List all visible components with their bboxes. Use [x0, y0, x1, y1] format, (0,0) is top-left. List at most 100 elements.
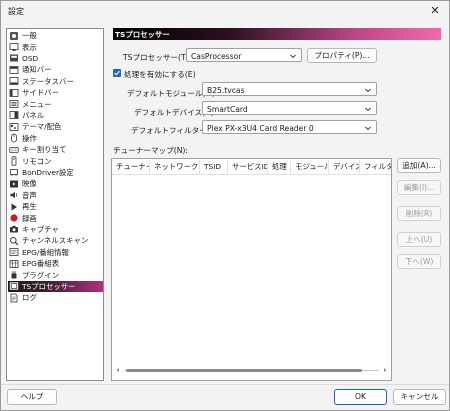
ts-processor-combo[interactable]: CasProcessor: [186, 48, 302, 62]
properties-button[interactable]: プロパティ(P)...: [307, 48, 377, 63]
sidebar-item[interactable]: リモコン: [8, 155, 103, 166]
sidebar-item[interactable]: パネル: [8, 110, 103, 121]
sidebar-item[interactable]: 一般: [8, 30, 103, 41]
mouse-icon: [9, 133, 19, 143]
sidebar-item-label: TSプロセッサー: [22, 281, 76, 291]
panel-icon: [9, 110, 19, 120]
column-header[interactable]: チューナー: [112, 159, 150, 175]
close-icon[interactable]: ✕: [421, 1, 449, 21]
sidebar-item[interactable]: キャプチャ: [8, 224, 103, 235]
sidebar-item-label: 一般: [22, 31, 37, 41]
ts-processor-label: TSプロセッサー(T):: [123, 53, 192, 62]
column-header[interactable]: フィルター: [360, 159, 391, 175]
checkmark-icon: [114, 70, 120, 76]
ts-processor-value: CasProcessor: [191, 51, 242, 61]
sidebar-item[interactable]: 操作: [8, 133, 103, 144]
sidebar-item[interactable]: プラグイン: [8, 269, 103, 280]
sidebar-item-label: ログ: [22, 293, 37, 303]
sidebar-item-label: 音声: [22, 190, 37, 200]
sidebar-item[interactable]: ログ: [8, 292, 103, 303]
general-icon: [9, 31, 19, 41]
column-header[interactable]: サービスID: [228, 159, 268, 175]
sidebar-item[interactable]: 表示: [8, 41, 103, 52]
tuner-map-label: チューナーマップ(N):: [113, 146, 188, 155]
notification-bar-icon: [9, 65, 19, 75]
epg-icon: [9, 247, 19, 257]
camera-icon: [9, 224, 19, 234]
sidebar-item[interactable]: 録画: [8, 212, 103, 223]
sidebar-item[interactable]: 映像: [8, 178, 103, 189]
default-module-combo[interactable]: B25.tvcas: [202, 82, 377, 96]
sidebar-item[interactable]: 音声: [8, 190, 103, 201]
page-header: TSプロセッサー: [113, 28, 441, 40]
log-icon: [9, 293, 19, 303]
sidebar-item-label: テーマ/配色: [22, 122, 62, 132]
cancel-button[interactable]: キャンセル: [393, 389, 446, 405]
default-device-value: SmartCard: [207, 104, 248, 114]
edit-button[interactable]: 編集(I)...: [397, 180, 441, 195]
remote-icon: [9, 156, 19, 166]
default-module-value: B25.tvcas: [207, 85, 245, 95]
sidebar-item-label: EPG番組表: [22, 259, 60, 269]
display-icon: [9, 42, 19, 52]
enable-processing-checkbox[interactable]: [113, 69, 121, 77]
horizontal-scrollbar[interactable]: [112, 365, 391, 375]
sidebar-item-label: リモコン: [22, 156, 52, 166]
scroll-left-icon[interactable]: [114, 366, 122, 374]
column-header[interactable]: モジュール: [291, 159, 329, 175]
sidebar-item-label: EPG/番組情報: [22, 247, 69, 257]
ok-button[interactable]: OK: [334, 389, 387, 405]
settings-window: 設定 ✕ 一般 表示 OSD 通知バー ステータスバー サイドバー メニュー パネルテーマ/配…: [0, 0, 450, 411]
sidebar-item[interactable]: チャンネルスキャン: [8, 235, 103, 246]
theme-icon: [9, 122, 19, 132]
sidebar-icon: [9, 88, 19, 98]
record-icon: [9, 213, 19, 223]
chevron-down-icon: [365, 126, 371, 131]
help-button[interactable]: ヘルプ: [7, 389, 57, 405]
default-device-combo[interactable]: SmartCard: [202, 101, 377, 115]
title-bar: 設定 ✕: [1, 1, 449, 21]
column-header[interactable]: 処理: [268, 159, 291, 175]
column-header[interactable]: ネットワークID: [150, 159, 200, 175]
sidebar-item[interactable]: TSプロセッサー: [8, 280, 103, 293]
sidebar-item-label: サイドバー: [22, 88, 59, 98]
footer-divider: [1, 384, 449, 385]
sidebar-item[interactable]: メニュー: [8, 98, 103, 109]
sidebar-item-label: パネル: [22, 110, 45, 120]
sidebar-item-label: 操作: [22, 133, 37, 143]
sidebar-item-label: BonDriver設定: [22, 167, 74, 177]
bondriver-icon: [9, 167, 19, 177]
add-button[interactable]: 追加(A)...: [397, 158, 441, 173]
sidebar-item[interactable]: ステータスバー: [8, 76, 103, 87]
move-down-button[interactable]: 下へ(W): [397, 254, 441, 269]
sidebar-item[interactable]: 再生: [8, 201, 103, 212]
sidebar-item[interactable]: EPG/番組情報: [8, 247, 103, 258]
column-header[interactable]: デバイス: [329, 159, 360, 175]
chevron-down-icon: [290, 54, 296, 59]
tuner-map-list[interactable]: チューナー ネットワークID TSID サービスID 処理 モジュール デバイス…: [111, 158, 392, 381]
delete-button[interactable]: 削除(R): [397, 206, 441, 221]
chevron-down-icon: [365, 107, 371, 112]
scroll-thumb[interactable]: [126, 369, 362, 372]
sidebar-item[interactable]: OSD: [8, 53, 103, 64]
sidebar-item-label: 映像: [22, 179, 37, 189]
scroll-right-icon[interactable]: [381, 366, 389, 374]
sidebar-item[interactable]: サイドバー: [8, 87, 103, 98]
sidebar-item-label: 通知バー: [22, 65, 52, 75]
sidebar-item[interactable]: キー割り当て: [8, 144, 103, 155]
sidebar-item-label: 再生: [22, 202, 37, 212]
enable-processing-label[interactable]: 処理を有効にする(E): [124, 69, 196, 80]
default-filter-value: Plex PX-x3U4 Card Reader 0: [207, 123, 314, 133]
window-title: 設定: [8, 7, 24, 16]
move-up-button[interactable]: 上へ(U): [397, 232, 441, 247]
chevron-down-icon: [365, 88, 371, 93]
default-filter-combo[interactable]: Plex PX-x3U4 Card Reader 0: [202, 120, 377, 134]
sidebar-item[interactable]: 通知バー: [8, 64, 103, 75]
sidebar-item[interactable]: テーマ/配色: [8, 121, 103, 132]
settings-category-list[interactable]: 一般 表示 OSD 通知バー ステータスバー サイドバー メニュー パネルテーマ/配色 操作キー…: [6, 28, 104, 381]
sidebar-item-label: キー割り当て: [22, 145, 67, 155]
column-header[interactable]: TSID: [200, 159, 228, 175]
sidebar-item[interactable]: BonDriver設定: [8, 167, 103, 178]
keyboard-icon: [9, 145, 19, 155]
sidebar-item[interactable]: EPG番組表: [8, 258, 103, 269]
